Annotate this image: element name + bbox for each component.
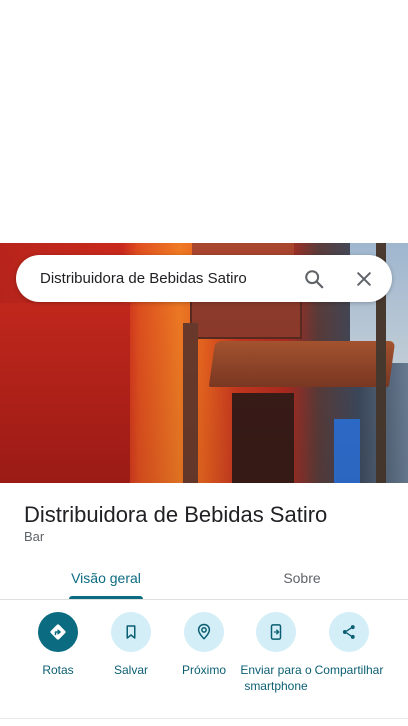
save-label: Salvar	[113, 663, 148, 677]
share-icon	[329, 612, 369, 652]
save-button[interactable]: Salvar	[91, 612, 171, 678]
nearby-label: Próximo	[181, 663, 226, 677]
bookmark-icon	[111, 612, 151, 652]
directions-icon	[38, 612, 78, 652]
directions-button[interactable]: Rotas	[18, 612, 98, 678]
nearby-icon	[184, 612, 224, 652]
tab-about[interactable]: Sobre	[232, 556, 372, 600]
action-buttons: Rotas Salvar Próximo Enviar para o smart…	[0, 612, 408, 712]
send-to-phone-button[interactable]: Enviar para o smartphone	[236, 612, 316, 694]
send-to-phone-icon	[256, 612, 296, 652]
tab-bar: Visão geral Sobre	[0, 556, 408, 600]
search-icon[interactable]	[294, 259, 334, 299]
directions-label: Rotas	[42, 663, 74, 677]
tab-overview[interactable]: Visão geral	[36, 556, 176, 600]
share-label: Compartilhar	[314, 663, 384, 677]
nearby-button[interactable]: Próximo	[164, 612, 244, 678]
active-tab-indicator	[69, 596, 143, 599]
share-button[interactable]: Compartilhar	[309, 612, 389, 678]
place-category[interactable]: Bar	[24, 529, 44, 544]
close-icon[interactable]	[344, 259, 384, 299]
search-input[interactable]	[16, 255, 294, 302]
send-to-phone-label: Enviar para o smartphone	[240, 663, 312, 693]
divider	[0, 718, 408, 719]
place-title: Distribuidora de Bebidas Satiro	[24, 502, 328, 527]
search-bar	[16, 255, 392, 302]
